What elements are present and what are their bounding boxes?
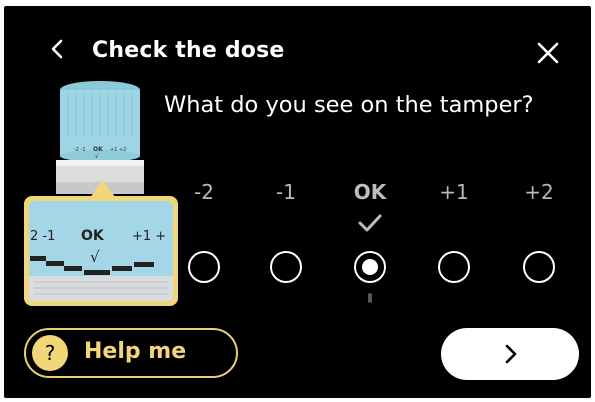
question-mark-icon: ? [32,335,68,371]
help-button[interactable]: ? Help me [24,328,238,378]
chevron-left-icon [51,39,63,59]
svg-text:-2 -1: -2 -1 [74,147,86,153]
radio-dot [362,259,378,275]
radio-plus1[interactable] [438,251,470,283]
selection-indicator [368,293,372,303]
back-button[interactable] [44,34,70,64]
svg-text:√: √ [90,248,100,266]
svg-text:OK: OK [81,228,105,244]
page-title: Check the dose [92,38,285,63]
svg-text:√: √ [95,153,99,160]
option-label-plus1: +1 [439,180,469,204]
radio-minus2[interactable] [188,251,220,283]
radio-plus2[interactable] [523,251,555,283]
svg-text:+1 +2: +1 +2 [110,147,126,153]
option-label-plus2: +2 [524,180,554,204]
option-label-ok: OK [353,180,387,204]
option-label-minus1: -1 [276,180,296,204]
check-icon [358,214,382,232]
svg-text:2 -1: 2 -1 [30,229,55,244]
svg-text:+1 +: +1 + [132,229,166,244]
close-icon [537,42,559,64]
screen: Check the dose What do you see on the ta… [4,6,591,398]
chevron-right-icon [505,344,517,364]
option-label-minus2: -2 [194,180,214,204]
help-button-label: Help me [84,339,187,364]
question-text: What do you see on the tamper? [164,92,534,118]
tamper-illustration: -2 -1 OK +1 +2 √ 2 -1 OK +1 + √ [24,81,178,306]
radio-minus1[interactable] [270,251,302,283]
svg-text:OK: OK [93,146,103,153]
close-button[interactable] [534,39,562,67]
radio-ok[interactable] [354,251,386,283]
next-button[interactable] [441,328,579,380]
